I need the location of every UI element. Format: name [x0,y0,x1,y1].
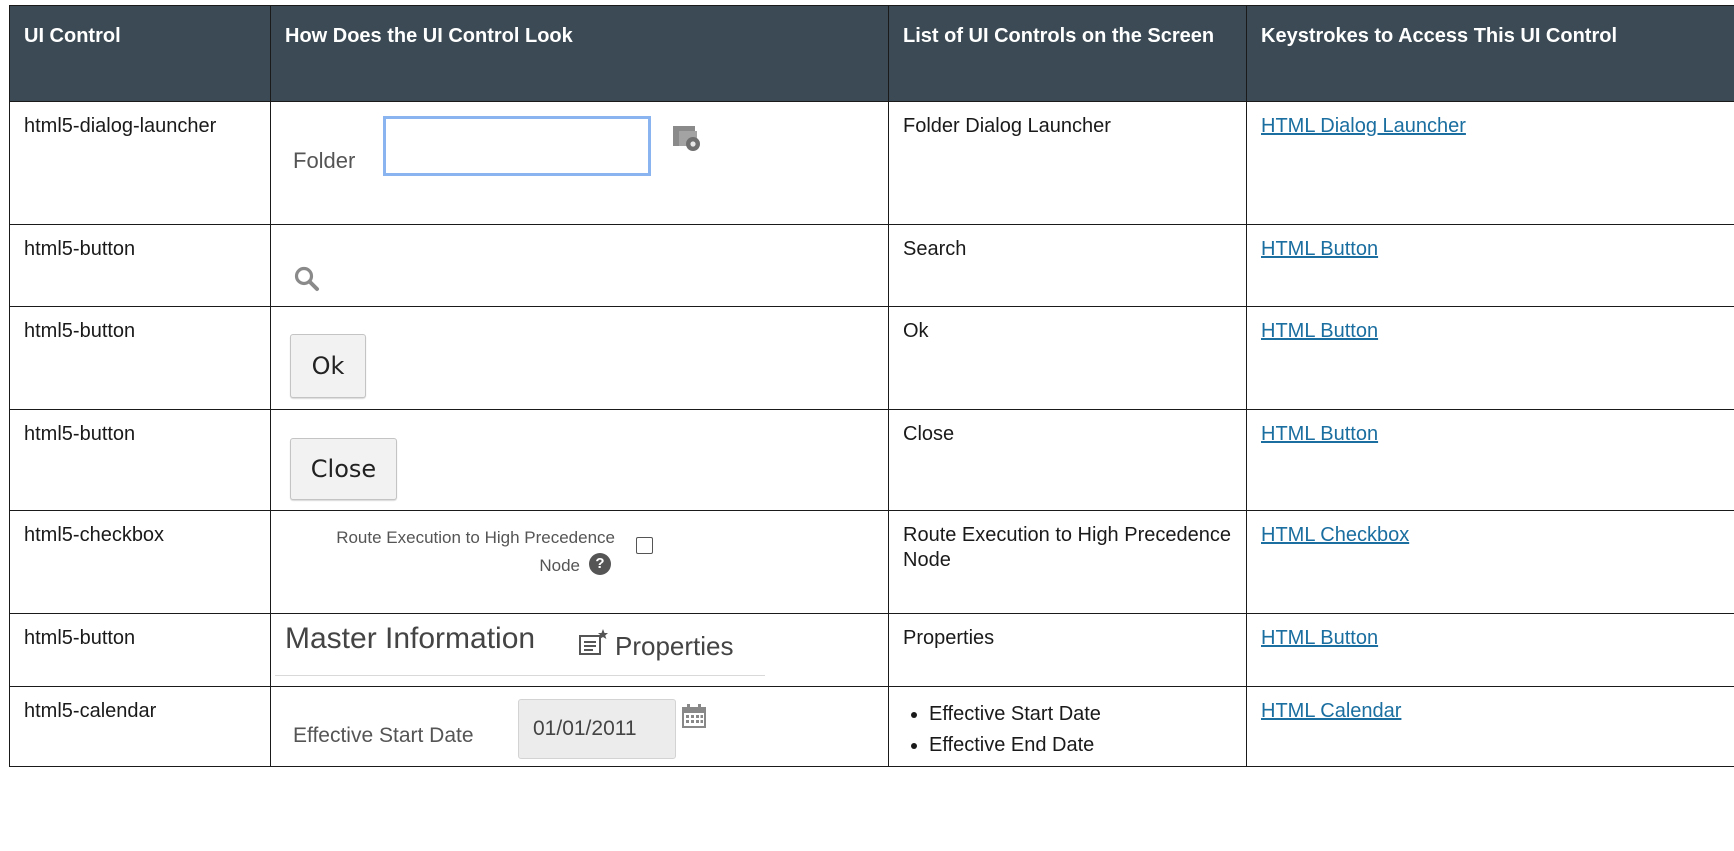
close-button[interactable]: Close [290,438,397,500]
checkbox-label-node: Node [539,556,580,575]
edit-properties-icon[interactable] [577,628,609,658]
sample-cell: Folder [270,101,889,225]
sample-cell [270,224,889,307]
folder-settings-icon[interactable] [671,124,703,152]
control-list: Effective Start Date Effective End Date [888,686,1247,767]
control-name: html5-button [9,224,271,307]
control-list: Route Execution to High Precedence Node [888,510,1247,614]
keystroke-cell: HTML Button [1246,613,1734,687]
effective-start-date-input[interactable]: 01/01/2011 [518,699,676,759]
sample-cell: Close [270,409,889,511]
search-icon[interactable] [293,265,321,293]
control-list: Close [888,409,1247,511]
control-name: html5-button [9,409,271,511]
control-list: Properties [888,613,1247,687]
sample-cell: Route Execution to High Precedence Node … [270,510,889,614]
sample-cell: Effective Start Date 01/01/2011 [270,686,889,767]
table-row: html5-checkbox Route Execution to High P… [9,510,1734,614]
control-list: Folder Dialog Launcher [888,101,1247,225]
sample-cell: Ok [270,306,889,410]
ui-controls-table: UI Control How Does the UI Control Look … [9,5,1734,767]
keystroke-cell: HTML Button [1246,224,1734,307]
ok-button[interactable]: Ok [290,334,366,398]
control-name: html5-checkbox [9,510,271,614]
keystroke-link[interactable]: HTML Checkbox [1261,524,1409,546]
keystroke-link[interactable]: HTML Button [1261,320,1378,342]
checkbox-label: Route Execution to High Precedence [336,528,615,547]
table-row: html5-dialog-launcher Folder Folder Dial… [9,101,1734,225]
keystroke-cell: HTML Dialog Launcher [1246,101,1734,225]
header-keystrokes: Keystrokes to Access This UI Control [1246,5,1734,102]
keystroke-cell: HTML Button [1246,409,1734,511]
header-list-controls: List of UI Controls on the Screen [888,5,1247,102]
keystroke-link[interactable]: HTML Button [1261,238,1378,260]
table-row: html5-calendar Effective Start Date 01/0… [9,686,1734,767]
control-list: Ok [888,306,1247,410]
checkbox[interactable] [636,537,653,554]
list-item: Effective End Date [929,730,1246,761]
help-icon[interactable]: ? [589,553,611,575]
list-item: Effective Start Date [929,699,1246,730]
keystroke-cell: HTML Calendar [1246,686,1734,767]
keystroke-cell: HTML Button [1246,306,1734,410]
control-list: Search [888,224,1247,307]
header-how-looks: How Does the UI Control Look [270,5,889,102]
control-name: html5-dialog-launcher [9,101,271,225]
keystroke-link[interactable]: HTML Button [1261,627,1378,649]
table-row: html5-button Master Information Properti… [9,613,1734,687]
keystroke-link[interactable]: HTML Calendar [1261,700,1401,722]
table-row: html5-button Close Close HTML Button [9,409,1734,511]
calendar-icon[interactable] [681,703,707,729]
control-name: html5-button [9,306,271,410]
master-information-title: Master Information [285,622,536,655]
header-row: UI Control How Does the UI Control Look … [9,5,1734,102]
effective-start-date-label: Effective Start Date [293,724,474,747]
table-row: html5-button Ok Ok HTML Button [9,306,1734,410]
sample-cell: Master Information Properties [270,613,889,687]
folder-label: Folder [293,148,356,173]
folder-input[interactable] [383,116,651,176]
table-row: html5-button Search HTML Button [9,224,1734,307]
header-ui-control: UI Control [9,5,271,102]
keystroke-cell: HTML Checkbox [1246,510,1734,614]
keystroke-link[interactable]: HTML Button [1261,423,1378,445]
keystroke-link[interactable]: HTML Dialog Launcher [1261,115,1466,137]
control-name: html5-button [9,613,271,687]
properties-button[interactable]: Properties [615,633,734,659]
divider [275,675,765,676]
control-name: html5-calendar [9,686,271,767]
